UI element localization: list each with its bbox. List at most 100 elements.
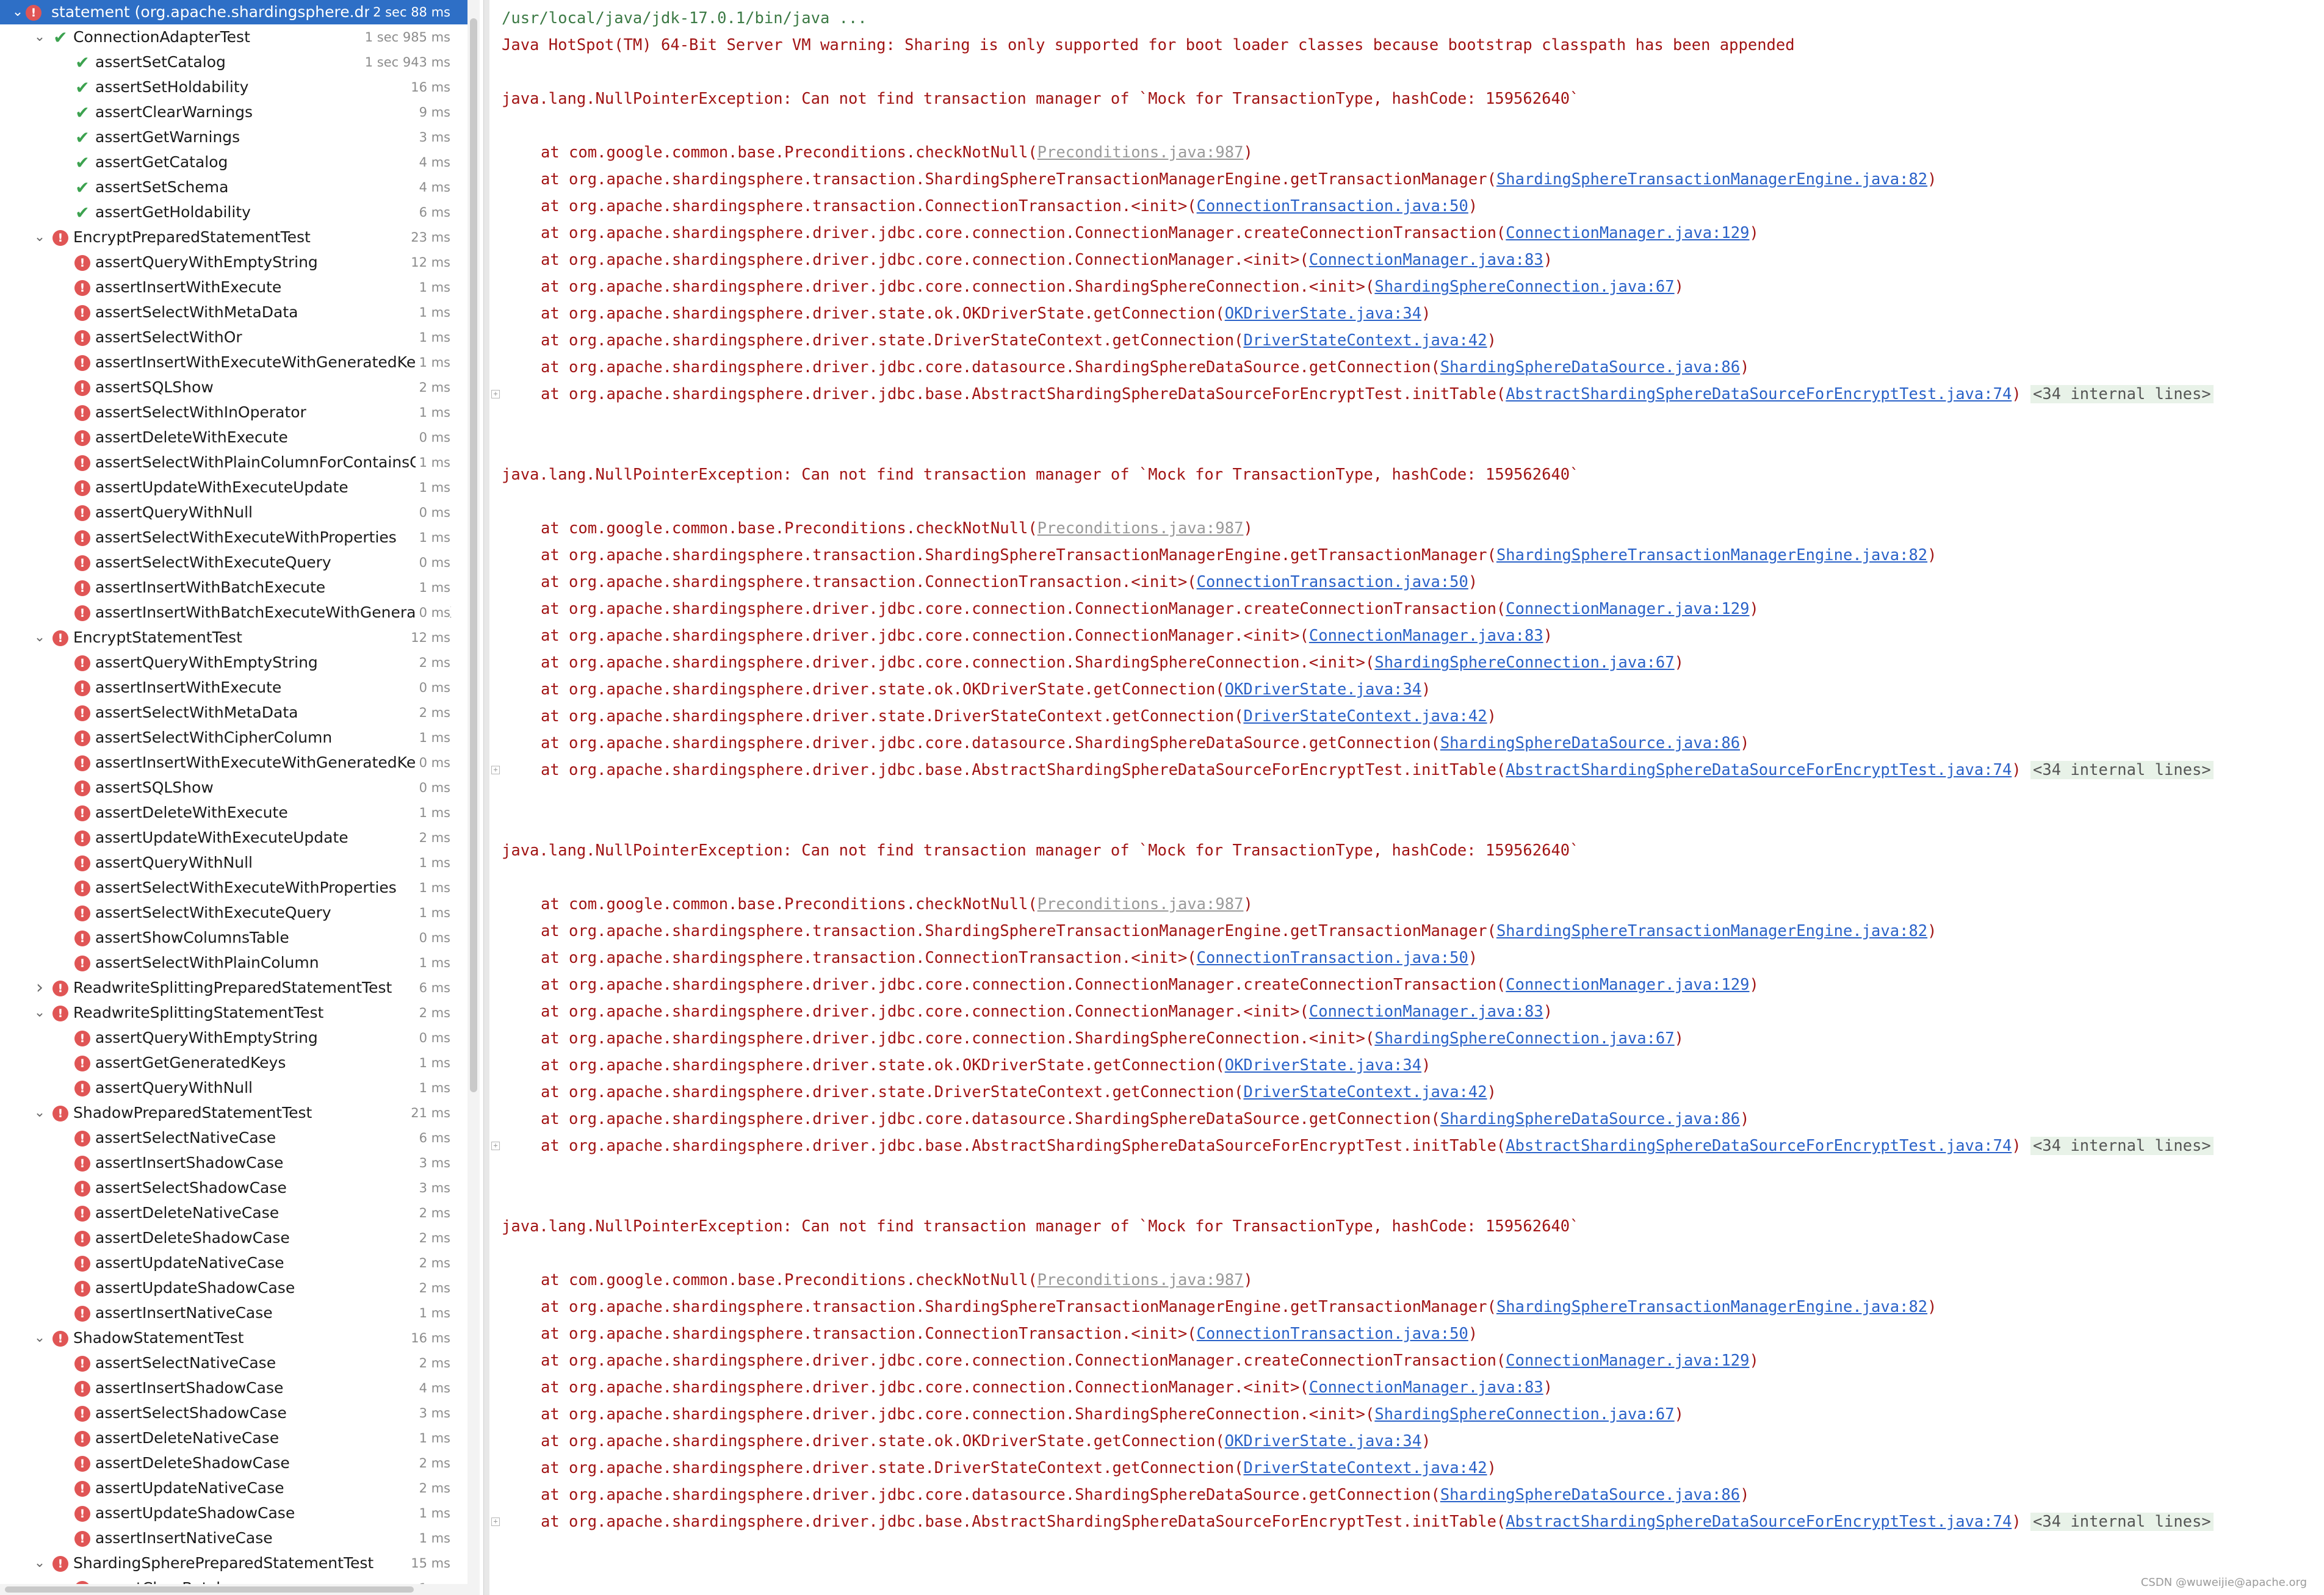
test-tree-row[interactable]: ! assertDeleteWithExecute 1 ms — [0, 801, 467, 825]
test-tree-row[interactable]: ✔ assertSetSchema 4 ms — [0, 175, 467, 200]
test-tree-row[interactable]: ! assertQueryWithNull 1 ms — [0, 851, 467, 875]
test-tree-row[interactable]: ! assertInsertShadowCase 3 ms — [0, 1151, 467, 1175]
frame-source-link[interactable]: Preconditions.java:987 — [1038, 143, 1244, 162]
frame-source-link[interactable]: ConnectionManager.java:83 — [1309, 1003, 1543, 1021]
frame-source-link[interactable]: ShardingSphereDataSource.java:86 — [1440, 358, 1740, 376]
test-tree-row[interactable]: ! assertSelectNativeCase 6 ms — [0, 1126, 467, 1150]
test-tree-row[interactable]: ! assertSelectWithMetaData 2 ms — [0, 700, 467, 725]
frame-source-link[interactable]: ShardingSphereDataSource.java:86 — [1440, 1110, 1740, 1128]
test-tree-row[interactable]: ! assertInsertShadowCase 4 ms — [0, 1376, 467, 1400]
test-tree-row[interactable]: ! assertUpdateWithExecuteUpdate 2 ms — [0, 826, 467, 850]
test-tree-row[interactable]: ✔ assertSetHoldability 16 ms — [0, 75, 467, 99]
test-tree-row[interactable]: ! assertQueryWithEmptyString 2 ms — [0, 650, 467, 675]
expand-arrow-icon[interactable]: ⌄ — [31, 625, 49, 650]
expand-arrow-icon[interactable]: ⌄ — [31, 1001, 49, 1025]
test-tree-row[interactable]: ! assertSelectWithExecuteWithProperties 1 … — [0, 525, 467, 550]
test-tree-row[interactable]: ✔ assertGetWarnings 3 ms — [0, 125, 467, 149]
test-tree-row[interactable]: ! assertSelectWithExecuteWithProperties 1 … — [0, 876, 467, 900]
test-tree-row[interactable]: ! assertUpdateWithExecuteUpdate 1 ms — [0, 475, 467, 500]
test-tree-row[interactable]: ! assertUpdateNativeCase 2 ms — [0, 1251, 467, 1275]
frame-source-link[interactable]: ConnectionManager.java:83 — [1309, 251, 1543, 269]
fold-toggle-icon[interactable]: + — [491, 1518, 500, 1526]
test-tree-row[interactable]: ! assertQueryWithEmptyString 0 ms — [0, 1026, 467, 1050]
tree-horizontal-scroll-thumb[interactable] — [5, 1586, 414, 1593]
test-tree-row[interactable]: ›! ReadwriteSplittingPreparedStatementTes… — [0, 976, 467, 1000]
console-output[interactable]: /usr/local/java/jdk-17.0.1/bin/java ... J… — [489, 0, 2324, 1595]
test-tree-row[interactable]: ✔ assertSetCatalog 1 sec 943 ms — [0, 50, 467, 74]
test-tree-row[interactable]: ! assertSelectShadowCase 3 ms — [0, 1176, 467, 1200]
frame-source-link[interactable]: Preconditions.java:987 — [1038, 895, 1244, 913]
test-tree-row[interactable]: ⌄! ShardingSpherePreparedStatementTest 15 … — [0, 1551, 467, 1575]
frame-source-link[interactable]: ShardingSphereConnection.java:67 — [1374, 278, 1674, 296]
test-tree-row[interactable]: ! assertSQLShow 0 ms — [0, 776, 467, 800]
test-tree-row[interactable]: ! assertGetGeneratedKeys 1 ms — [0, 1051, 467, 1075]
test-tree-row[interactable]: ! assertInsertWithExecuteWithGeneratedKey… — [0, 751, 467, 775]
fold-toggle-icon[interactable]: + — [491, 1142, 500, 1150]
expand-arrow-icon[interactable]: ⌄ — [31, 225, 49, 250]
test-tree-row[interactable]: ! assertSQLShow 2 ms — [0, 375, 467, 400]
frame-source-link[interactable]: DriverStateContext.java:42 — [1243, 1459, 1487, 1477]
expand-arrow-icon[interactable]: ⌄ — [31, 1101, 49, 1125]
frame-source-link[interactable]: AbstractShardingSphereDataSourceForEncry… — [1506, 761, 2012, 779]
test-tree-row[interactable]: ! assertSelectWithInOperator 1 ms — [0, 400, 467, 425]
frame-source-link[interactable]: ConnectionTransaction.java:50 — [1197, 1325, 1468, 1343]
frame-source-link[interactable]: DriverStateContext.java:42 — [1243, 1083, 1487, 1101]
test-tree-row[interactable]: ⌄! statement (org.apache.shardingsphere.d… — [0, 0, 467, 24]
test-tree-row[interactable]: ! assertDeleteNativeCase 1 ms — [0, 1426, 467, 1450]
frame-source-link[interactable]: ShardingSphereTransactionManagerEngine.j… — [1496, 170, 1927, 189]
frame-source-link[interactable]: ShardingSphereConnection.java:67 — [1374, 653, 1674, 672]
expand-arrow-icon[interactable]: ⌄ — [31, 1326, 49, 1350]
test-tree-row[interactable]: ✔ assertGetCatalog 4 ms — [0, 150, 467, 175]
frame-source-link[interactable]: AbstractShardingSphereDataSourceForEncry… — [1506, 1137, 2012, 1155]
test-tree-row[interactable]: ! assertQueryWithNull 1 ms — [0, 1076, 467, 1100]
frame-source-link[interactable]: DriverStateContext.java:42 — [1243, 707, 1487, 725]
frame-source-link[interactable]: OKDriverState.java:34 — [1225, 1056, 1421, 1075]
fold-toggle-icon[interactable]: + — [491, 766, 500, 774]
internal-lines-fold[interactable]: <34 internal lines> — [2030, 761, 2214, 779]
frame-source-link[interactable]: DriverStateContext.java:42 — [1243, 331, 1487, 350]
test-tree-row[interactable]: ! assertDeleteShadowCase 2 ms — [0, 1451, 467, 1475]
test-tree-row[interactable]: ! assertSelectWithCipherColumn 1 ms — [0, 725, 467, 750]
tree-vertical-scroll-thumb[interactable] — [470, 18, 477, 1092]
test-tree-row[interactable]: ! assertUpdateNativeCase 2 ms — [0, 1476, 467, 1500]
test-tree-row[interactable]: ! assertSelectWithMetaData 1 ms — [0, 300, 467, 325]
test-tree-row[interactable]: ! assertInsertWithExecute 0 ms — [0, 675, 467, 700]
test-tree-row[interactable]: ! assertUpdateShadowCase 2 ms — [0, 1276, 467, 1300]
frame-source-link[interactable]: ShardingSphereTransactionManagerEngine.j… — [1496, 1298, 1927, 1316]
frame-source-link[interactable]: ShardingSphereConnection.java:67 — [1374, 1029, 1674, 1048]
frame-source-link[interactable]: AbstractShardingSphereDataSourceForEncry… — [1506, 1513, 2012, 1531]
frame-source-link[interactable]: ShardingSphereTransactionManagerEngine.j… — [1496, 546, 1927, 564]
test-tree-row[interactable]: ⌄! ShadowStatementTest 16 ms — [0, 1326, 467, 1350]
frame-source-link[interactable]: ShardingSphereDataSource.java:86 — [1440, 1486, 1740, 1504]
frame-source-link[interactable]: Preconditions.java:987 — [1038, 1271, 1244, 1289]
test-tree-row[interactable]: ! assertInsertWithExecuteWithGeneratedKey… — [0, 350, 467, 375]
test-tree-row[interactable]: ! assertSelectNativeCase 2 ms — [0, 1351, 467, 1375]
test-tree-row[interactable]: ! assertInsertNativeCase 1 ms — [0, 1526, 467, 1550]
expand-arrow-icon[interactable]: ⌄ — [31, 1551, 49, 1575]
test-tree-row[interactable]: ! assertSelectWithOr 1 ms — [0, 325, 467, 350]
test-tree-row[interactable]: ! assertInsertWithExecute 1 ms — [0, 275, 467, 300]
frame-source-link[interactable]: ShardingSphereDataSource.java:86 — [1440, 734, 1740, 752]
test-tree-row[interactable]: ! assertSelectWithExecuteQuery 1 ms — [0, 901, 467, 925]
frame-source-link[interactable]: ConnectionTransaction.java:50 — [1197, 573, 1468, 591]
frame-source-link[interactable]: ConnectionManager.java:83 — [1309, 627, 1543, 645]
test-tree-row[interactable]: ⌄! ShadowPreparedStatementTest 21 ms — [0, 1101, 467, 1125]
test-tree-row[interactable]: ! assertDeleteNativeCase 2 ms — [0, 1201, 467, 1225]
frame-source-link[interactable]: ConnectionManager.java:83 — [1309, 1378, 1543, 1397]
frame-source-link[interactable]: ConnectionManager.java:129 — [1506, 224, 1749, 242]
test-tree-row[interactable]: ! assertInsertWithBatchExecute 1 ms — [0, 575, 467, 600]
test-tree-row[interactable]: ✔ assertGetHoldability 6 ms — [0, 200, 467, 225]
test-tree-row[interactable]: ! assertShowColumnsTable 0 ms — [0, 926, 467, 950]
fold-toggle-icon[interactable]: + — [491, 390, 500, 398]
test-tree-row[interactable]: ! assertSelectWithPlainColumn 1 ms — [0, 951, 467, 975]
test-tree-row[interactable]: ! assertDeleteWithExecute 0 ms — [0, 425, 467, 450]
collapse-arrow-icon[interactable]: › — [31, 976, 49, 1000]
test-tree-row[interactable]: ! assertSelectShadowCase 3 ms — [0, 1401, 467, 1425]
test-tree-row[interactable]: ! assertInsertWithBatchExecuteWithGenerat… — [0, 600, 467, 625]
frame-source-link[interactable]: ConnectionTransaction.java:50 — [1197, 197, 1468, 215]
frame-source-link[interactable]: Preconditions.java:987 — [1038, 519, 1244, 538]
frame-source-link[interactable]: ConnectionManager.java:129 — [1506, 976, 1749, 994]
frame-source-link[interactable]: AbstractShardingSphereDataSourceForEncry… — [1506, 385, 2012, 403]
test-tree-row[interactable]: ! assertInsertNativeCase 1 ms — [0, 1301, 467, 1325]
test-tree-row[interactable]: ! assertSelectWithExecuteQuery 0 ms — [0, 550, 467, 575]
